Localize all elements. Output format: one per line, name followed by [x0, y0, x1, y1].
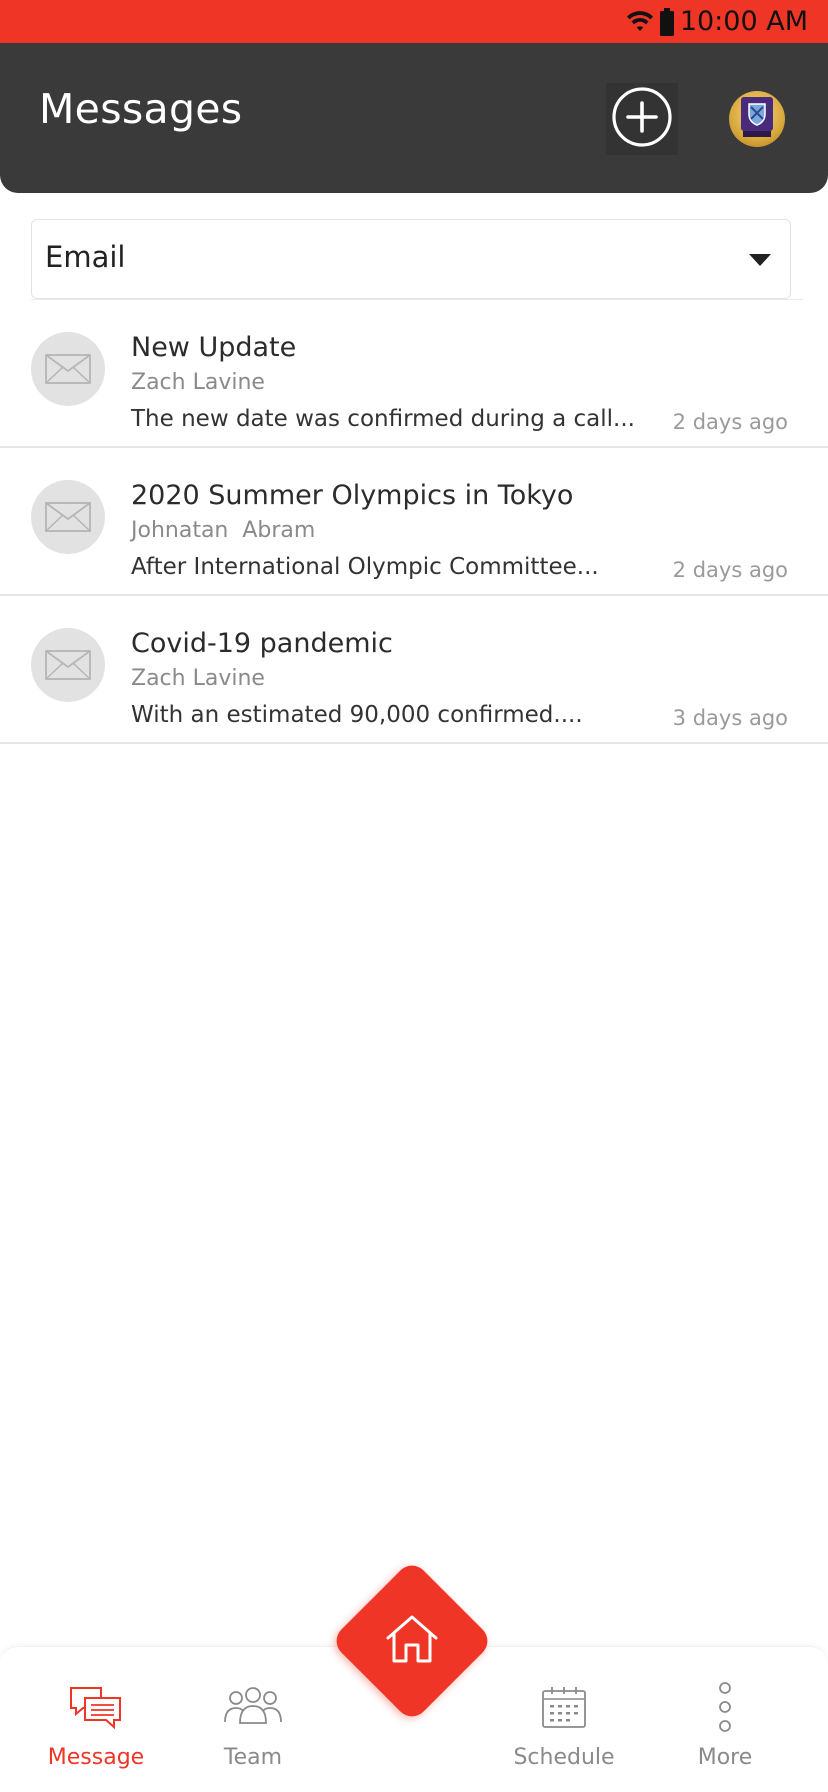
new-message-button[interactable]	[606, 83, 678, 155]
status-time: 10:00 AM	[679, 6, 808, 37]
envelope-icon	[31, 332, 105, 406]
app-header: Messages	[0, 43, 828, 193]
message-sender: Zach Lavine	[131, 370, 265, 395]
message-item[interactable]: 2020 Summer Olympics in Tokyo Johnatan A…	[0, 448, 828, 596]
message-subject: Covid-19 pandemic	[131, 628, 393, 659]
message-sender: Johnatan Abram	[131, 518, 316, 543]
message-preview: After International Olympic Committee...	[131, 554, 599, 580]
chevron-down-icon	[749, 254, 771, 266]
battery-icon	[659, 8, 674, 36]
message-item[interactable]: New Update Zach Lavine The new date was …	[0, 300, 828, 448]
nav-item-team[interactable]: Team	[183, 1647, 323, 1792]
message-preview: The new date was confirmed during a call…	[131, 406, 635, 432]
team-avatar[interactable]	[729, 91, 785, 147]
wifi-icon	[626, 10, 654, 34]
status-icons: 10:00 AM	[626, 7, 808, 37]
message-item[interactable]: Covid-19 pandemic Zach Lavine With an es…	[0, 596, 828, 744]
more-vertical-icon	[717, 1681, 733, 1737]
message-type-dropdown[interactable]: Email	[31, 219, 791, 299]
status-bar: 10:00 AM	[0, 0, 828, 43]
nav-label: Team	[223, 1745, 283, 1770]
nav-item-more[interactable]: More	[655, 1647, 795, 1792]
message-time: 2 days ago	[672, 558, 788, 582]
message-subject: 2020 Summer Olympics in Tokyo	[131, 480, 574, 511]
calendar-icon	[541, 1685, 587, 1733]
nav-label: Schedule	[513, 1745, 615, 1770]
plus-circle-icon	[611, 86, 673, 152]
message-list: New Update Zach Lavine The new date was …	[0, 300, 828, 744]
dropdown-selected-value: Email	[45, 240, 126, 274]
envelope-icon	[31, 628, 105, 702]
message-preview: With an estimated 90,000 confirmed....	[131, 702, 583, 728]
envelope-icon	[31, 480, 105, 554]
message-time: 2 days ago	[672, 410, 788, 434]
chat-bubbles-icon	[69, 1685, 123, 1735]
nav-label: Message	[47, 1745, 145, 1770]
nav-item-message[interactable]: Message	[26, 1647, 166, 1792]
nav-label: More	[697, 1745, 753, 1770]
message-time: 3 days ago	[672, 706, 788, 730]
page-title: Messages	[39, 85, 243, 133]
team-icon	[223, 1685, 283, 1731]
message-sender: Zach Lavine	[131, 666, 265, 691]
message-subject: New Update	[131, 332, 297, 363]
nav-item-schedule[interactable]: Schedule	[494, 1647, 634, 1792]
